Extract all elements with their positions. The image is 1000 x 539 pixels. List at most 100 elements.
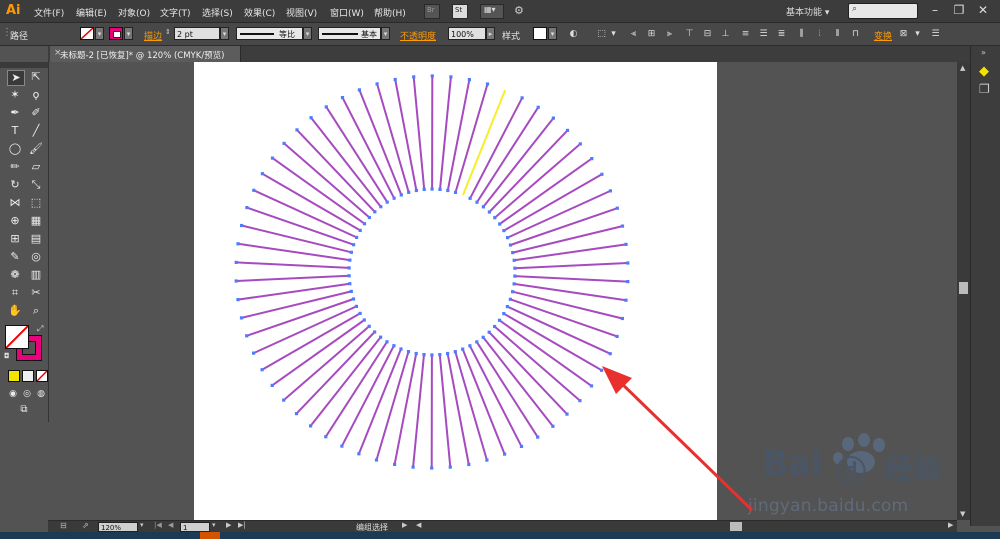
anchor-point[interactable] (600, 172, 604, 176)
anchor-point[interactable] (282, 141, 286, 145)
anchor-point[interactable] (578, 399, 582, 403)
spoke-line[interactable] (394, 79, 418, 191)
graphic-style-swatch[interactable] (533, 27, 547, 40)
distribute-bottom-icon[interactable]: ≣ (776, 29, 787, 39)
anchor-point[interactable] (565, 412, 569, 416)
align-center-icon[interactable]: ⊞ (646, 29, 657, 39)
align-right-icon[interactable]: ⫸ (664, 29, 675, 39)
none-mode-swatch[interactable] (36, 370, 48, 382)
default-colors-icon[interactable]: ◘ (4, 352, 10, 360)
anchor-point[interactable] (245, 206, 249, 210)
curvature-tool-icon[interactable]: ✐ (28, 106, 44, 120)
selection-tool-icon[interactable]: ➤ (7, 70, 25, 86)
anchor-point[interactable] (485, 458, 489, 462)
zoom-tool-icon[interactable]: ⌕ (28, 304, 44, 318)
anchor-point[interactable] (430, 74, 434, 78)
anchor-point[interactable] (502, 229, 506, 233)
chevron-down-icon[interactable]: ▾ (912, 29, 923, 39)
anchor-point[interactable] (485, 82, 490, 86)
anchor-point[interactable] (589, 384, 594, 388)
anchor-point[interactable] (422, 187, 426, 191)
artboard-number-field[interactable]: 1 (180, 522, 210, 532)
anchor-point[interactable] (461, 347, 465, 351)
stroke-stepper-icon[interactable]: ⇕ (165, 28, 171, 36)
anchor-point[interactable] (407, 190, 411, 194)
stock-button[interactable]: St (452, 4, 468, 19)
symbol-sprayer-tool-icon[interactable]: ❁ (7, 268, 23, 282)
bridge-button[interactable]: Br (424, 4, 440, 19)
menu-file[interactable]: 文件(F) (34, 6, 64, 19)
anchor-point[interactable] (324, 105, 328, 109)
width-tool-icon[interactable]: ⋈ (7, 196, 23, 210)
anchor-point[interactable] (399, 347, 403, 351)
anchor-point[interactable] (481, 205, 485, 209)
anchor-point[interactable] (349, 289, 353, 293)
anchor-point[interactable] (626, 261, 630, 265)
spoke-line[interactable] (514, 262, 628, 270)
artboard-tool-icon[interactable]: ⌗ (7, 286, 23, 300)
screen-mode-icon[interactable]: ⧉ (16, 403, 32, 417)
horizontal-scroll-thumb[interactable] (730, 522, 742, 531)
anchor-point[interactable] (467, 462, 471, 467)
opacity-label[interactable]: 不透明度 (400, 29, 436, 42)
anchor-point[interactable] (234, 279, 238, 283)
anchor-point[interactable] (340, 444, 344, 448)
anchor-point[interactable] (379, 205, 383, 209)
mesh-tool-icon[interactable]: ⊞ (7, 232, 23, 246)
anchor-point[interactable] (385, 200, 389, 204)
anchor-point[interactable] (375, 82, 379, 86)
anchor-point[interactable] (600, 368, 604, 372)
anchor-point[interactable] (239, 316, 244, 320)
pen-tool-icon[interactable]: ✒ (7, 106, 23, 120)
fill-dropdown[interactable]: ▾ (95, 27, 104, 40)
anchor-point[interactable] (340, 96, 345, 100)
spoke-line[interactable] (513, 282, 627, 302)
anchor-point[interactable] (367, 324, 371, 328)
anchor-point[interactable] (626, 280, 630, 284)
menu-window[interactable]: 窗口(W) (330, 6, 364, 19)
anchor-point[interactable] (411, 465, 415, 469)
anchor-point[interactable] (502, 312, 506, 316)
anchor-point[interactable] (508, 297, 512, 301)
opacity-field[interactable]: 100% (448, 27, 486, 40)
anchor-point[interactable] (511, 251, 515, 255)
magic-wand-tool-icon[interactable]: ✶ (7, 88, 23, 102)
anchor-point[interactable] (392, 196, 396, 200)
spoke-line[interactable] (236, 261, 350, 269)
stroke-weight-dropdown[interactable]: ▾ (220, 27, 229, 40)
anchor-point[interactable] (467, 78, 471, 82)
anchor-point[interactable] (624, 298, 628, 302)
fill-color-box[interactable] (5, 325, 29, 349)
spoke-line[interactable] (393, 353, 418, 465)
anchor-point[interactable] (260, 172, 264, 176)
minimize-button[interactable]: – (924, 2, 946, 18)
isolate-icon[interactable]: ⊠ (898, 29, 909, 39)
scroll-left-icon[interactable]: ◀ (416, 521, 421, 529)
collapse-panels-icon[interactable]: » (981, 48, 986, 57)
anchor-point[interactable] (422, 353, 426, 357)
anchor-point[interactable] (252, 351, 256, 355)
paintbrush-tool-icon[interactable]: 🖌 (28, 142, 44, 156)
profile-dropdown[interactable]: ▾ (303, 27, 312, 40)
anchor-point[interactable] (487, 330, 491, 334)
lasso-tool-icon[interactable]: ϙ (28, 88, 44, 102)
anchor-point[interactable] (590, 157, 594, 161)
anchor-point[interactable] (374, 458, 379, 462)
anchor-point[interactable] (282, 398, 286, 402)
artwork-canvas[interactable] (194, 62, 717, 520)
scroll-up-icon[interactable]: ▲ (960, 64, 965, 72)
anchor-point[interactable] (449, 75, 453, 79)
align-middle-icon[interactable]: ⊟ (702, 29, 713, 39)
anchor-point[interactable] (295, 128, 299, 132)
spoke-line[interactable] (446, 353, 470, 465)
anchor-point[interactable] (615, 334, 619, 338)
restore-button[interactable]: ❐ (948, 2, 970, 18)
type-tool-icon[interactable]: T (7, 124, 23, 138)
gpu-icon[interactable]: ⚙ (514, 4, 524, 17)
anchor-point[interactable] (252, 188, 256, 192)
anchor-point[interactable] (357, 452, 361, 456)
anchor-point[interactable] (513, 266, 517, 270)
align-top-icon[interactable]: ⊤ (684, 29, 695, 39)
anchor-point[interactable] (309, 424, 313, 428)
first-artboard-icon[interactable]: |◀ (154, 521, 162, 529)
